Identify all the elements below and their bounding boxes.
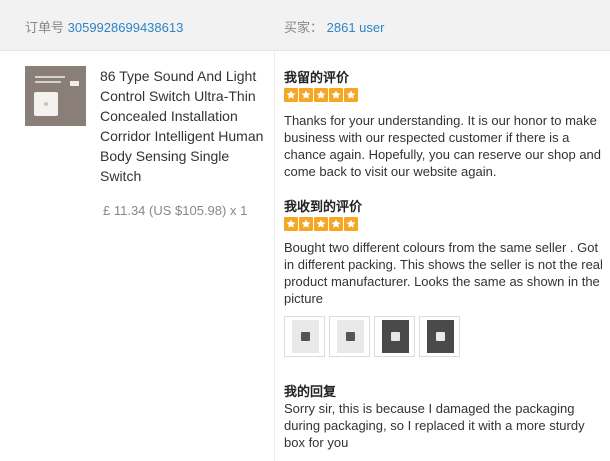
star-icon — [284, 217, 298, 232]
star-icon — [314, 217, 328, 232]
my-review-stars — [284, 88, 358, 103]
review-photos — [284, 316, 460, 357]
review-photo-image — [292, 320, 319, 353]
my-reply-heading: 我的回复 — [284, 385, 337, 400]
star-icon — [344, 88, 358, 103]
received-review-stars — [284, 217, 358, 232]
review-photo[interactable] — [374, 316, 415, 357]
product-price: £ 11.34 (US $105.98) x 1 — [103, 203, 248, 218]
received-review-heading: 我收到的评价 — [284, 200, 363, 215]
star-icon — [314, 88, 328, 103]
thumbnail-badge — [70, 81, 79, 86]
switch-panel-image — [34, 92, 58, 116]
thumbnail-text-line — [35, 81, 61, 83]
review-photo[interactable] — [284, 316, 325, 357]
order-number-row: 订单号 3059928699438613 — [25, 17, 183, 36]
thumbnail-text-line — [35, 76, 65, 78]
review-photo-image — [337, 320, 364, 353]
star-icon — [329, 88, 343, 103]
column-divider — [274, 51, 275, 461]
buyer-label: 买家： — [284, 20, 324, 35]
my-review-heading: 我留的评价 — [284, 71, 350, 86]
order-number-label: 订单号 — [25, 20, 65, 35]
buyer-name-link[interactable]: 2861 user — [327, 20, 385, 35]
order-header: 订单号 3059928699438613 买家： 2861 user — [0, 0, 610, 51]
star-icon — [284, 88, 298, 103]
my-review-text: Thanks for your understanding. It is our… — [284, 113, 602, 179]
review-photo-image — [427, 320, 454, 353]
star-icon — [299, 88, 313, 103]
product-thumbnail[interactable] — [25, 66, 86, 126]
review-photo[interactable] — [329, 316, 370, 357]
star-icon — [344, 217, 358, 232]
product-title-link[interactable]: 86 Type Sound And Light Control Switch U… — [100, 66, 265, 186]
buyer-row: 买家： 2861 user — [284, 17, 384, 36]
my-reply-text: Sorry sir, this is because I damaged the… — [284, 401, 585, 450]
star-icon — [329, 217, 343, 232]
review-photo-image — [382, 320, 409, 353]
received-review-text: Bought two different colours from the sa… — [284, 240, 603, 306]
review-photo[interactable] — [419, 316, 460, 357]
order-number-link[interactable]: 3059928699438613 — [68, 20, 184, 35]
star-icon — [299, 217, 313, 232]
